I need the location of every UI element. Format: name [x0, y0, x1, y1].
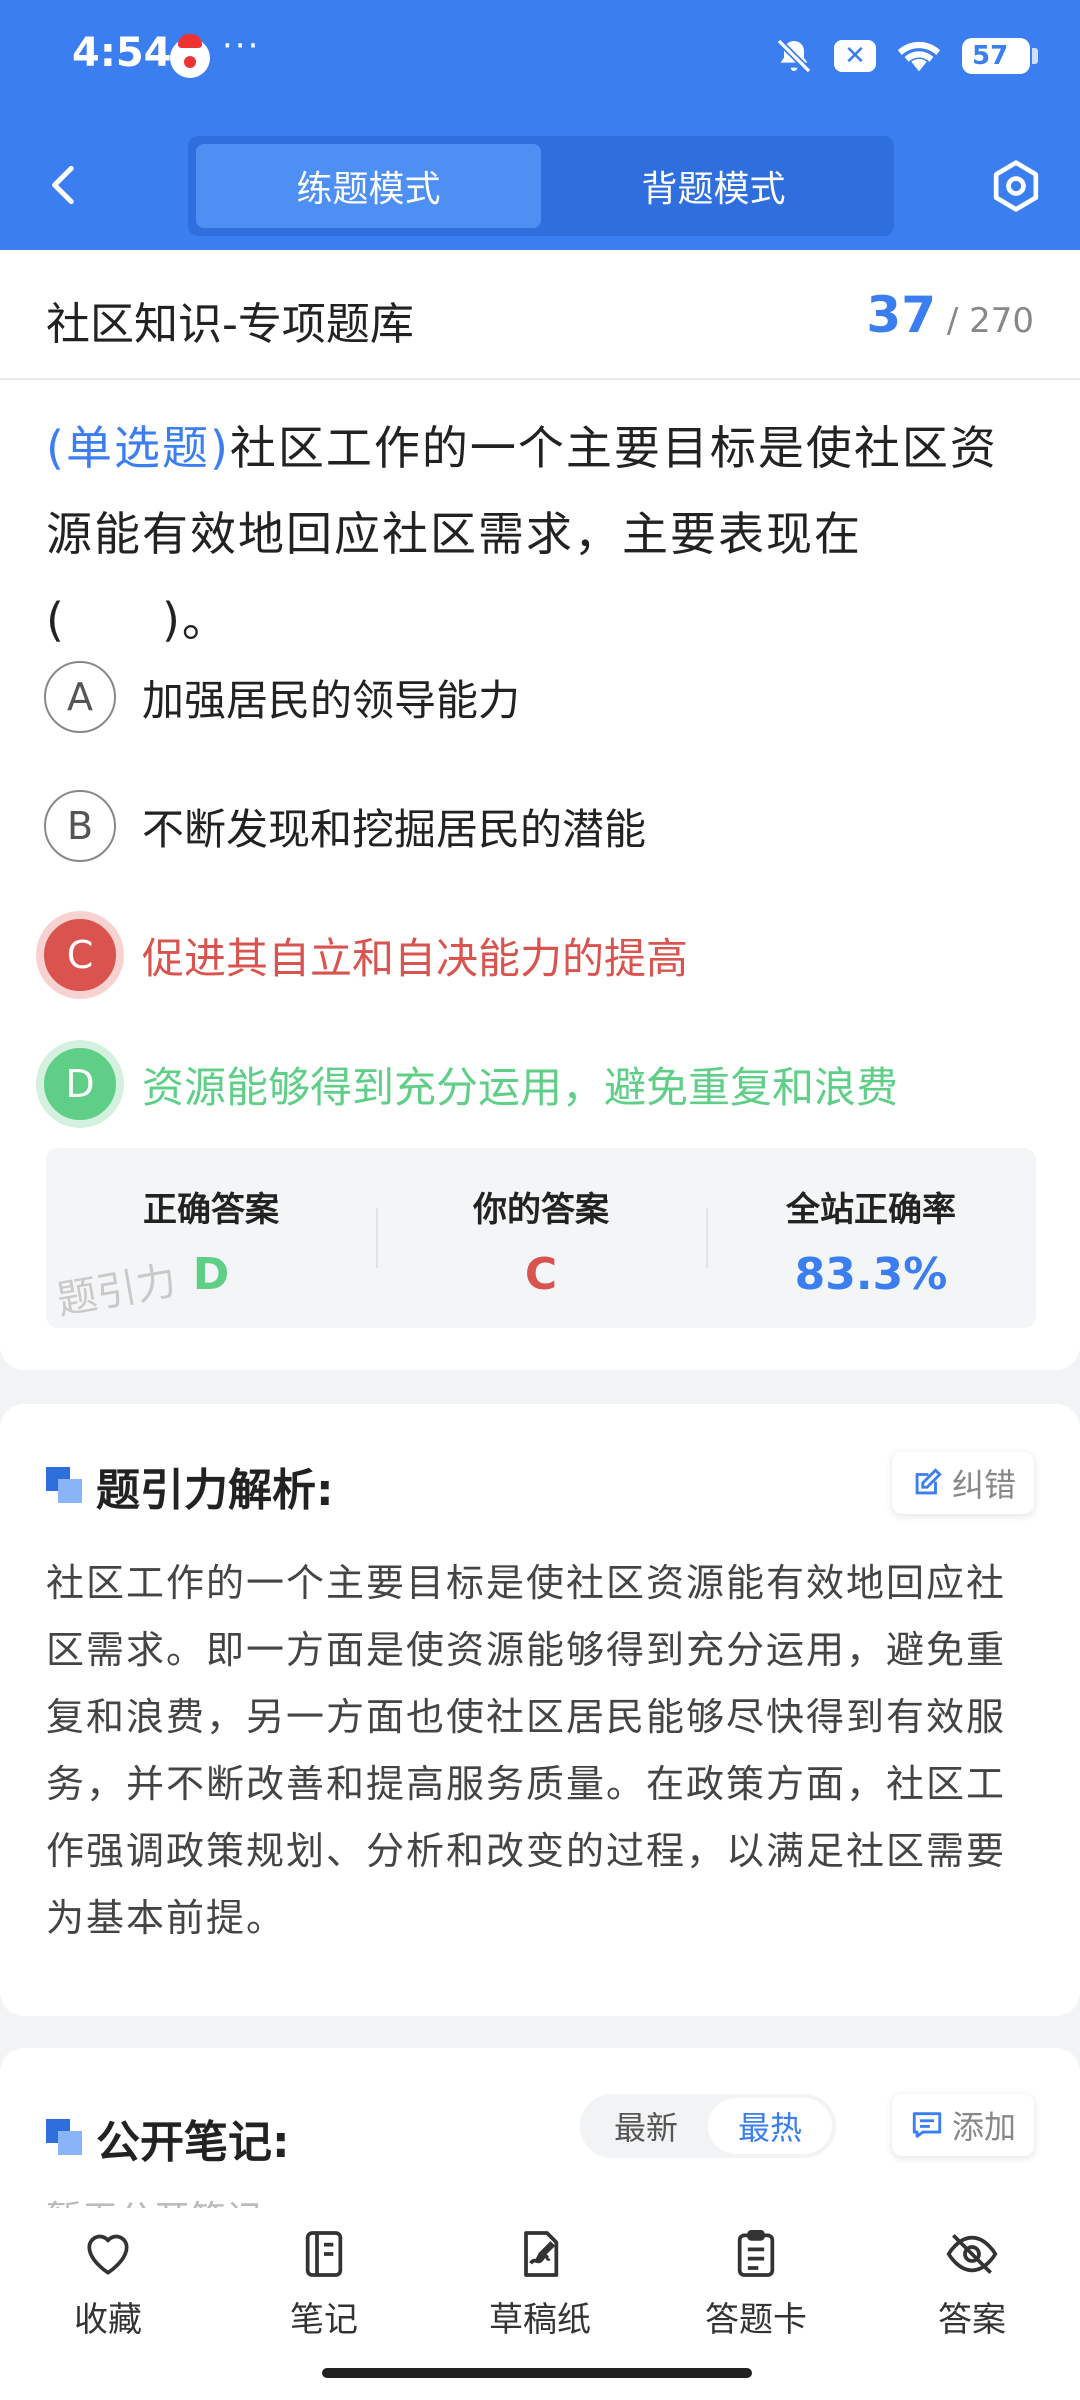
status-time: 4:54 [72, 30, 172, 76]
option-d[interactable]: D 资源能够得到充分运用，避免重复和浪费 [44, 1046, 1034, 1122]
accuracy-label: 全站正确率 [786, 1190, 956, 1230]
answer-stats: 正确答案 D 你的答案 C 全站正确率 83.3% [46, 1148, 1036, 1328]
your-answer-value: C [524, 1249, 558, 1300]
favorite-label: 收藏 [74, 2300, 142, 2340]
option-text: 不断发现和挖掘居民的潜能 [142, 804, 647, 854]
section-squares-icon [46, 1467, 84, 1505]
option-text: 加强居民的领导能力 [142, 675, 521, 725]
total-questions: / 270 [946, 301, 1034, 341]
option-c[interactable]: C 促进其自立和自决能力的提高 [44, 917, 1034, 993]
option-letter: D [44, 1048, 116, 1120]
bank-row: 社区知识-专项题库 37 / 270 [0, 250, 1080, 380]
message-add-icon [910, 2108, 944, 2142]
notes-sort-toggle: 最新 最热 [580, 2094, 836, 2158]
add-note-label: 添加 [951, 2108, 1016, 2146]
accuracy-stat: 全站正确率 83.3% [706, 1148, 1036, 1328]
option-text: 资源能够得到充分运用，避免重复和浪费 [142, 1062, 899, 1112]
option-letter: B [44, 790, 116, 862]
analysis-header: 题引力解析: [46, 1454, 334, 1518]
question-progress: 37 / 270 [866, 286, 1034, 344]
sort-hottest[interactable]: 最热 [708, 2098, 832, 2154]
accuracy-value: 83.3% [794, 1249, 948, 1300]
eye-off-icon [944, 2226, 1000, 2282]
mascot-app-icon [170, 34, 210, 78]
notes-label: 笔记 [290, 2300, 358, 2340]
bank-title: 社区知识-专项题库 [46, 299, 414, 350]
status-icons: ✕ 57 [774, 36, 1038, 76]
analysis-title: 题引力解析: [96, 1465, 334, 1516]
close-notification-icon: ✕ [834, 40, 876, 72]
your-answer-label: 你的答案 [473, 1190, 609, 1230]
heart-icon [80, 2226, 136, 2282]
option-b[interactable]: B 不断发现和挖掘居民的潜能 [44, 788, 1034, 864]
draft-icon [512, 2226, 568, 2282]
status-bar: 4:54 ··· ✕ 57 [0, 0, 1080, 118]
notes-header: 公开笔记: [46, 2106, 290, 2170]
report-error-button[interactable]: 纠错 [891, 1452, 1034, 1514]
settings-hex-icon[interactable] [988, 158, 1044, 214]
add-note-button[interactable]: 添加 [891, 2094, 1034, 2156]
current-question-number: 37 [866, 286, 937, 344]
answer-sheet-label: 答题卡 [705, 2300, 807, 2340]
home-indicator[interactable] [322, 2368, 752, 2378]
analysis-text: 社区工作的一个主要目标是使社区资源能有效地回应社区需求。即一方面是使资源能够得到… [46, 1561, 1007, 1940]
tab-memorize-mode[interactable]: 背题模式 [541, 144, 886, 228]
option-a[interactable]: A 加强居民的领导能力 [44, 659, 1034, 735]
notebook-icon [296, 2226, 352, 2282]
draft-paper-label: 草稿纸 [489, 2300, 591, 2340]
question-type-label: (单选题) [46, 421, 230, 475]
top-header: 4:54 ··· ✕ 57 练题模式 背题模式 [0, 0, 1080, 250]
edit-icon [910, 1466, 944, 1500]
analysis-card: 题引力解析: 纠错 社区工作的一个主要目标是使社区资源能有效地回应社区需求。即一… [0, 1404, 1080, 2016]
tab-practice-mode[interactable]: 练题模式 [196, 144, 541, 228]
more-notifications-icon: ··· [222, 26, 261, 66]
battery-icon: 57 [962, 38, 1038, 74]
question-text: (单选题)社区工作的一个主要目标是使社区资源能有效地回应社区需求，主要表现在( … [46, 405, 1036, 663]
option-letter: C [44, 919, 116, 991]
answer-label: 答案 [938, 2300, 1006, 2340]
sort-latest[interactable]: 最新 [584, 2098, 708, 2154]
mode-toggle: 练题模式 背题模式 [188, 136, 894, 236]
report-error-label: 纠错 [951, 1466, 1016, 1504]
favorite-button[interactable]: 收藏 [0, 2208, 216, 2400]
back-button[interactable] [40, 160, 90, 210]
question-card: 社区知识-专项题库 37 / 270 (单选题)社区工作的一个主要目标是使社区资… [0, 250, 1080, 1370]
wifi-icon [896, 38, 942, 74]
notes-title: 公开笔记: [96, 2117, 290, 2168]
correct-answer-label: 正确答案 [143, 1190, 279, 1230]
option-letter: A [44, 661, 116, 733]
answer-toggle-button[interactable]: 答案 [864, 2208, 1080, 2400]
section-squares-icon [46, 2119, 84, 2157]
option-text: 促进其自立和自决能力的提高 [142, 933, 689, 983]
clipboard-icon [728, 2226, 784, 2282]
your-answer-stat: 你的答案 C [376, 1148, 706, 1328]
bell-muted-icon [774, 36, 814, 76]
